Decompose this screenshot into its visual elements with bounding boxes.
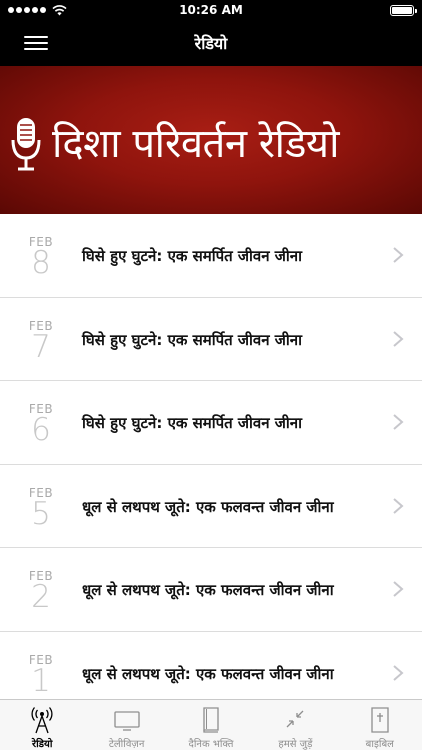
- battery-icon: [390, 5, 417, 16]
- status-time: 10:26 AM: [179, 3, 243, 17]
- list-item[interactable]: FEB 5 धूल से लथपथ जूते: एक फलवन्त जीवन ज…: [0, 465, 422, 548]
- tab-connect[interactable]: हमसे जुड़ें: [253, 700, 337, 750]
- episode-title: घिसे हुए घुटने: एक समर्पित जीवन जीना: [82, 330, 303, 349]
- radio-tower-icon: [31, 707, 53, 734]
- episode-title: धूल से लथपथ जूते: एक फलवन्त जीवन जीना: [82, 581, 334, 599]
- tab-radio[interactable]: रेडियो: [0, 700, 84, 750]
- page-title: रेडियो: [194, 34, 228, 53]
- chevron-right-icon: [393, 247, 404, 263]
- episode-day: 5: [31, 495, 51, 532]
- nav-bar: रेडियो: [0, 20, 422, 66]
- episode-title: घिसे हुए घुटने: एक समर्पित जीवन जीना: [82, 247, 303, 265]
- radio-banner: दिशा परिवर्तन रेडियो: [0, 66, 422, 214]
- episode-day: 7: [31, 328, 51, 365]
- chevron-right-icon: [393, 330, 404, 347]
- tab-television[interactable]: टेलीविज़न: [84, 700, 168, 750]
- tab-label: हमसे जुड़ें: [278, 739, 313, 750]
- tab-bar: रेडियो टेलीविज़न दैनिक भक्ति हमसे जुड़ें…: [0, 699, 422, 750]
- tab-daily-devotion[interactable]: दैनिक भक्ति: [169, 700, 253, 750]
- episode-list: FEB 8 घिसे हुए घुटने: एक समर्पित जीवन जी…: [0, 214, 422, 699]
- tab-label: रेडियो: [31, 739, 53, 750]
- list-item[interactable]: FEB 7 घिसे हुए घुटने: एक समर्पित जीवन जी…: [0, 298, 422, 381]
- chevron-right-icon: [393, 414, 404, 430]
- chevron-right-icon: [393, 664, 404, 681]
- tab-bible[interactable]: बाइबिल: [338, 700, 422, 750]
- list-item[interactable]: FEB 2 धूल से लथपथ जूते: एक फलवन्त जीवन ज…: [0, 548, 422, 632]
- episode-day: 6: [31, 412, 51, 448]
- banner-title: दिशा परिवर्तन रेडियो: [52, 121, 339, 167]
- episode-day: 8: [31, 245, 51, 281]
- episode-day: 2: [31, 579, 51, 615]
- tab-label: टेलीविज़न: [108, 739, 145, 750]
- tab-label: दैनिक भक्ति: [188, 739, 234, 750]
- episode-title: धूल से लथपथ जूते: एक फलवन्त जीवन जीना: [82, 664, 334, 683]
- chevron-right-icon: [393, 581, 404, 597]
- tv-icon: [113, 711, 140, 731]
- connect-arrows-icon: [286, 710, 304, 728]
- episode-day: 1: [31, 662, 51, 699]
- hamburger-menu-icon[interactable]: [24, 34, 48, 52]
- microphone-icon: [11, 118, 41, 171]
- list-item[interactable]: FEB 6 घिसे हुए घुटने: एक समर्पित जीवन जी…: [0, 381, 422, 465]
- bible-icon: [371, 707, 389, 733]
- episode-title: घिसे हुए घुटने: एक समर्पित जीवन जीना: [82, 414, 303, 432]
- book-icon: [203, 707, 219, 733]
- list-item[interactable]: FEB 1 धूल से लथपथ जूते: एक फलवन्त जीवन ज…: [0, 632, 422, 700]
- tab-label: बाइबिल: [365, 739, 394, 750]
- chevron-right-icon: [393, 497, 404, 514]
- list-item[interactable]: FEB 8 घिसे हुए घुटने: एक समर्पित जीवन जी…: [0, 214, 422, 298]
- episode-title: धूल से लथपथ जूते: एक फलवन्त जीवन जीना: [82, 497, 334, 516]
- status-bar: 10:26 AM: [0, 0, 422, 20]
